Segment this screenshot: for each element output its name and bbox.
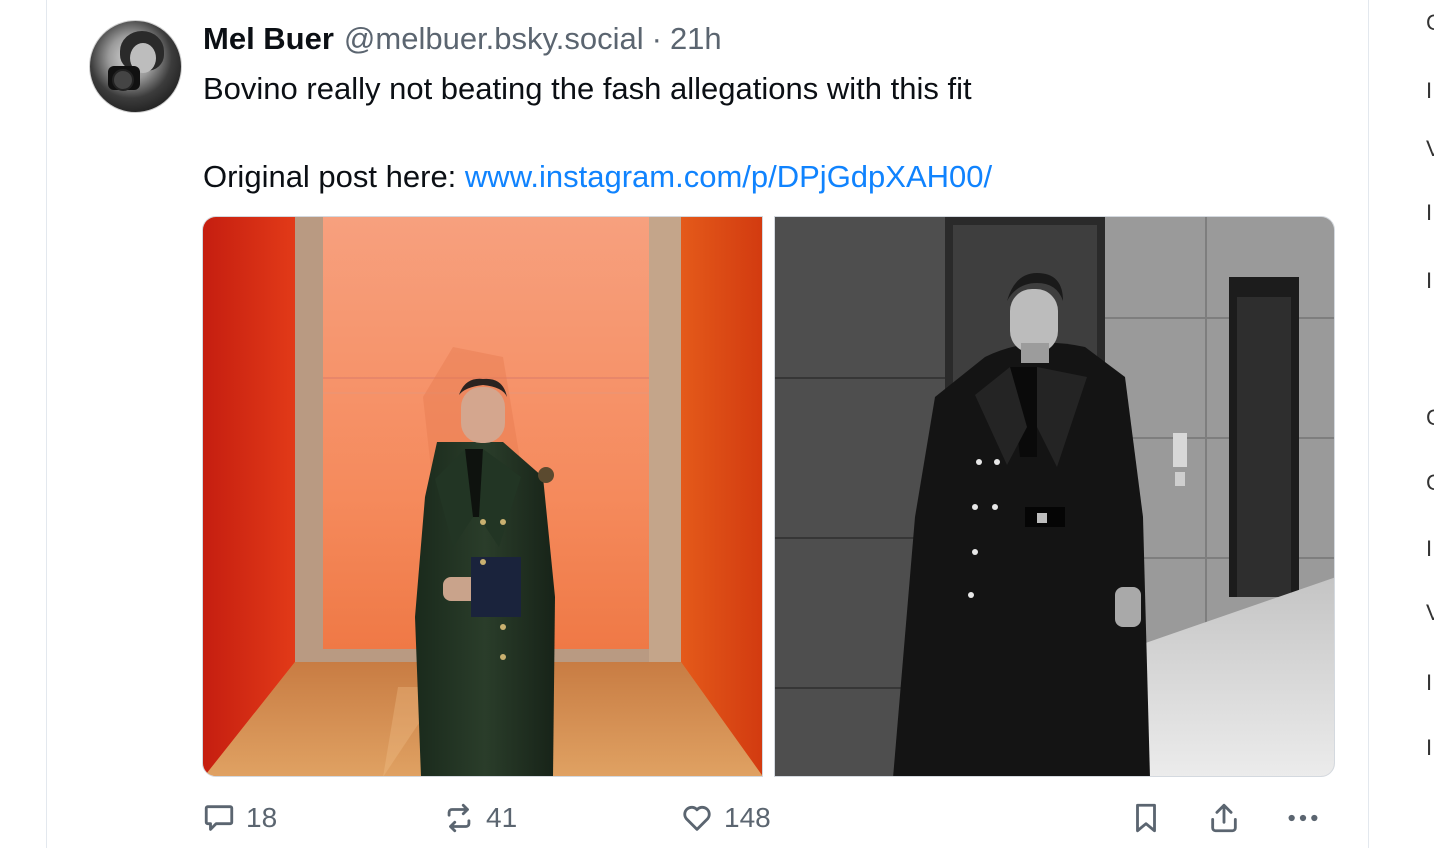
instagram-link[interactable]: www.instagram.com/p/DPjGdpXAH00/	[465, 159, 992, 194]
post-actions: 18 41 148	[0, 798, 1434, 838]
more-icon	[1288, 814, 1318, 822]
author-handle[interactable]: @melbuer.bsky.social	[344, 21, 644, 57]
feed-border-right	[1368, 0, 1369, 848]
post-image-2[interactable]	[774, 216, 1335, 777]
right-rail-cutoff: C I V I I C C I V I I	[1426, 10, 1434, 760]
header-separator: ·	[651, 21, 662, 56]
photo-man-coat-bw-hallway	[775, 217, 1334, 776]
link-prefix: Original post here:	[203, 159, 465, 194]
repost-button[interactable]: 41	[442, 798, 517, 838]
reply-button[interactable]: 18	[202, 798, 277, 838]
reply-count: 18	[246, 802, 278, 833]
like-button[interactable]: 148	[680, 798, 771, 838]
author-avatar[interactable]	[89, 20, 182, 113]
repost-count: 41	[486, 802, 518, 833]
post-text: Bovino really not beating the fash alleg…	[203, 71, 972, 106]
share-button[interactable]	[1207, 798, 1241, 838]
reply-icon	[204, 805, 234, 831]
author-name[interactable]: Mel Buer	[203, 21, 334, 57]
bookmark-button[interactable]	[1129, 798, 1163, 838]
like-count: 148	[724, 802, 771, 833]
post-image-1[interactable]	[202, 216, 763, 777]
post-timestamp[interactable]: 21h	[670, 21, 722, 57]
photo-man-green-coat-orange-lobby	[203, 217, 762, 776]
share-icon	[1211, 803, 1237, 833]
bookmark-icon	[1136, 803, 1156, 833]
post-header: Mel Buer @melbuer.bsky.social · 21h	[203, 20, 722, 58]
post-link-line: Original post here: www.instagram.com/p/…	[203, 158, 992, 196]
feed-border-left	[46, 0, 47, 848]
like-icon	[683, 805, 711, 831]
repost-icon	[447, 803, 471, 833]
more-button[interactable]	[1283, 798, 1323, 838]
